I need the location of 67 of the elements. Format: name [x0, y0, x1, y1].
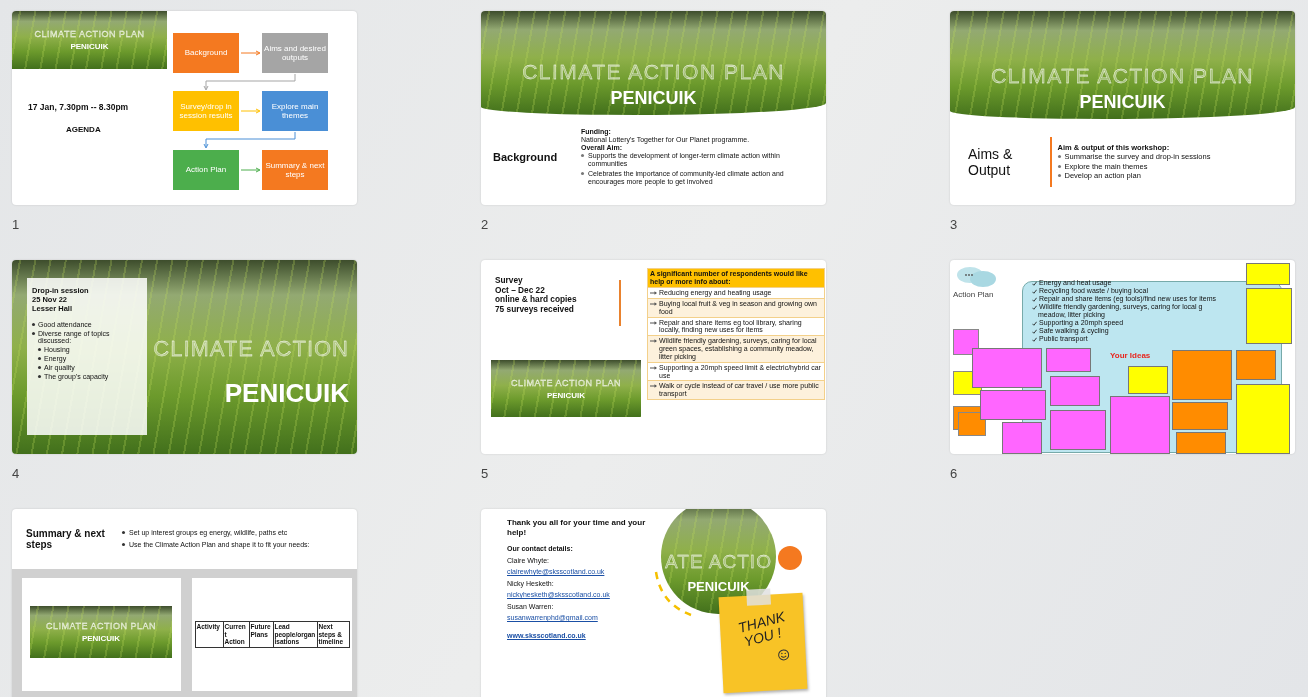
bullet-icon [32, 323, 35, 326]
slide-thumbnail[interactable] [481, 509, 826, 697]
arrow-icon [650, 384, 657, 389]
flow-step: Survey/drop in session results [173, 91, 239, 131]
flow-step: Background [173, 33, 239, 73]
bullet-icon [38, 366, 41, 369]
flow-step: Explore main themes [262, 91, 328, 131]
banner-subtitle: PENICUIK [70, 42, 109, 51]
banner-subtitle: PENICUIK [81, 634, 121, 643]
flow-arrow [240, 167, 261, 173]
slide-number: 2 [481, 217, 489, 232]
banner-subtitle: PENICUIK [1079, 92, 1166, 113]
slide-heading: Survey [495, 276, 524, 286]
smiley-icon [777, 648, 790, 661]
banner-title: CLIMATE ACTION [153, 335, 349, 362]
bullet-icon [581, 171, 584, 175]
slide-heading: Thank you all for your time and your help! [507, 518, 647, 538]
ideas-label: Your Ideas [1110, 351, 1151, 360]
agenda-heading: AGENDA [66, 125, 101, 134]
flow-step: Action Plan [173, 150, 239, 190]
bullet-icon [122, 530, 125, 534]
banner-title: CLIMATE ACTION PLAN [522, 60, 785, 84]
slide-thumbnail[interactable] [481, 11, 826, 205]
banner-subtitle: PENICUIK [546, 390, 586, 400]
slide-heading: Aims & Output [967, 146, 1014, 178]
banner-subtitle: PENICUIK [610, 88, 697, 109]
circle-shape [778, 546, 802, 570]
slide-heading: Action Plan [953, 290, 994, 299]
bullet-icon [122, 543, 125, 546]
slide-number: 1 [12, 217, 20, 232]
slide-heading: Background [492, 151, 559, 163]
banner-title: CLIMATE ACTION PLAN [991, 64, 1254, 88]
flow-step: Summary & next steps [262, 150, 328, 190]
slide-thumbnail[interactable]: CLIMATE ACTION PLAN PENICUIK 17 Jan, 7.30pm -- 8.30pm AGENDA Background Aims and desired outputs Survey/drop in session results Explore main themes Action Plan Summary & next steps [12, 11, 357, 205]
slide-heading: 75 surveys received [495, 304, 574, 315]
bullet-icon [1057, 164, 1061, 168]
slide-thumbnail[interactable] [12, 509, 357, 697]
flow-arrow [240, 50, 261, 56]
arrow-icon [650, 320, 657, 325]
banner-title: ATE ACTIO [665, 551, 772, 573]
bullet-icon [38, 357, 41, 360]
flow-arrow [240, 108, 261, 114]
banner-title: CLIMATE ACTION PLAN [46, 621, 156, 631]
arrow-icon [650, 339, 657, 344]
date-text: 17 Jan, 7.30pm -- 8.30pm [28, 102, 129, 112]
banner-title: CLIMATE ACTION PLAN [34, 29, 145, 39]
slide-number: 5 [481, 466, 489, 481]
bullet-icon [1057, 155, 1061, 159]
bullet-icon [581, 154, 584, 158]
bullet-icon [38, 375, 41, 378]
slide-heading: Summary & next steps [25, 528, 106, 550]
bullet-icon [38, 348, 41, 351]
slide-thumbnail[interactable] [481, 260, 826, 454]
slide-number: 4 [12, 466, 20, 481]
slide-number: 6 [950, 466, 958, 481]
banner-subtitle: PENICUIK [687, 579, 750, 594]
slide-thumbnail[interactable] [950, 260, 1295, 454]
arrow-icon [650, 365, 657, 370]
slide-heading: Oct – Dec 22 [495, 285, 546, 295]
speech-cloud-icon [955, 266, 997, 288]
banner-subtitle: PENICUIK [224, 377, 349, 409]
slide-number: 3 [950, 217, 958, 232]
banner-title: CLIMATE ACTION PLAN [511, 377, 621, 388]
bullet-icon [1057, 174, 1061, 178]
slide-heading: online & hard copies [495, 295, 577, 305]
flow-step: Aims and desired outputs [262, 33, 328, 73]
bullet-icon [32, 332, 35, 335]
